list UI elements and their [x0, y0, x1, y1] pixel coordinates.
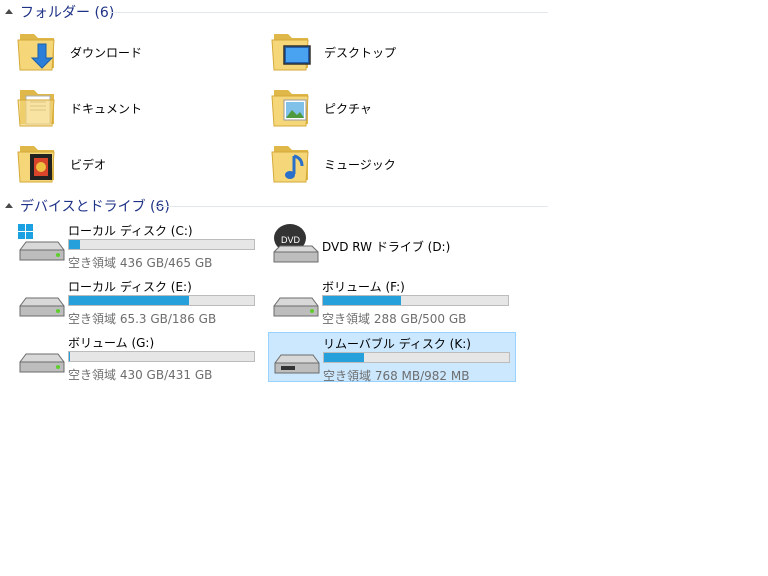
hard-drive-icon	[19, 297, 65, 317]
folders-group-title: フォルダー (6)	[20, 5, 115, 21]
pictures-folder-icon	[271, 90, 309, 127]
folder-item-desktop[interactable]: デスクトップ	[270, 26, 510, 76]
drive-usage-bar	[68, 351, 255, 362]
drive-e[interactable]: ローカル ディスク (E:) 空き領域 65.3 GB/186 GB	[16, 276, 264, 326]
folder-label: ビデオ	[70, 158, 107, 172]
drive-free-space: 空き領域 288 GB/500 GB	[322, 312, 467, 326]
folder-label: ダウンロード	[70, 46, 143, 60]
folders-group-header[interactable]: フォルダー (6)	[0, 1, 548, 23]
drive-usage-bar	[322, 295, 509, 306]
dvd-drive-icon: DVD	[273, 224, 319, 263]
hard-drive-icon	[19, 353, 65, 373]
usage-fill	[324, 353, 365, 362]
folder-item-music[interactable]: ミュージック	[270, 138, 510, 188]
drive-name: ボリューム (G:)	[68, 336, 155, 350]
folder-item-pictures[interactable]: ピクチャ	[270, 82, 510, 132]
drive-name: ローカル ディスク (E:)	[68, 280, 192, 294]
documents-folder-icon	[17, 90, 55, 127]
drive-free-space: 空き領域 65.3 GB/186 GB	[68, 312, 217, 326]
usage-fill	[69, 240, 81, 249]
collapse-arrow-icon[interactable]	[5, 203, 13, 208]
system-drive-icon	[18, 224, 65, 261]
folder-label: デスクトップ	[324, 46, 397, 60]
drive-k[interactable]: リムーバブル ディスク (K:) 空き領域 768 MB/982 MB	[268, 332, 516, 383]
folder-item-videos[interactable]: ビデオ	[16, 138, 256, 188]
drive-c[interactable]: ローカル ディスク (C:) 空き領域 436 GB/465 GB	[16, 220, 264, 270]
drive-usage-bar	[323, 352, 510, 363]
drive-free-space: 空き領域 436 GB/465 GB	[68, 256, 213, 270]
group-divider	[110, 12, 548, 13]
drive-free-space: 空き領域 768 MB/982 MB	[323, 369, 470, 383]
folder-label: ミュージック	[324, 158, 396, 172]
hard-drive-icon	[273, 297, 319, 317]
drive-free-space: 空き領域 430 GB/431 GB	[68, 368, 213, 382]
drive-name: ローカル ディスク (C:)	[68, 224, 193, 238]
drive-name: リムーバブル ディスク (K:)	[323, 337, 471, 351]
usage-fill	[323, 296, 402, 305]
drive-g[interactable]: ボリューム (G:) 空き領域 430 GB/431 GB	[16, 332, 264, 382]
folder-label: ドキュメント	[70, 102, 143, 116]
folder-label: ピクチャ	[324, 102, 372, 116]
removable-drive-icon	[274, 354, 320, 374]
drive-d[interactable]: DVD DVD RW ドライブ (D:)	[270, 220, 518, 270]
collapse-arrow-icon[interactable]	[5, 9, 13, 14]
download-folder-icon	[17, 34, 55, 71]
folder-item-downloads[interactable]: ダウンロード	[16, 26, 256, 76]
drive-usage-bar	[68, 239, 255, 250]
group-divider	[154, 206, 548, 207]
drive-usage-bar	[68, 295, 255, 306]
folder-item-documents[interactable]: ドキュメント	[16, 82, 256, 132]
drive-name: ボリューム (F:)	[322, 280, 405, 294]
desktop-folder-icon	[271, 34, 311, 71]
drive-name: DVD RW ドライブ (D:)	[322, 240, 451, 254]
music-folder-icon	[271, 146, 309, 183]
drives-group-header[interactable]: デバイスとドライブ (6)	[0, 195, 548, 217]
videos-folder-icon	[17, 146, 55, 183]
drives-group-title: デバイスとドライブ (6)	[20, 199, 170, 215]
usage-fill	[69, 296, 190, 305]
svg-text:DVD: DVD	[281, 235, 301, 245]
drive-f[interactable]: ボリューム (F:) 空き領域 288 GB/500 GB	[270, 276, 518, 326]
